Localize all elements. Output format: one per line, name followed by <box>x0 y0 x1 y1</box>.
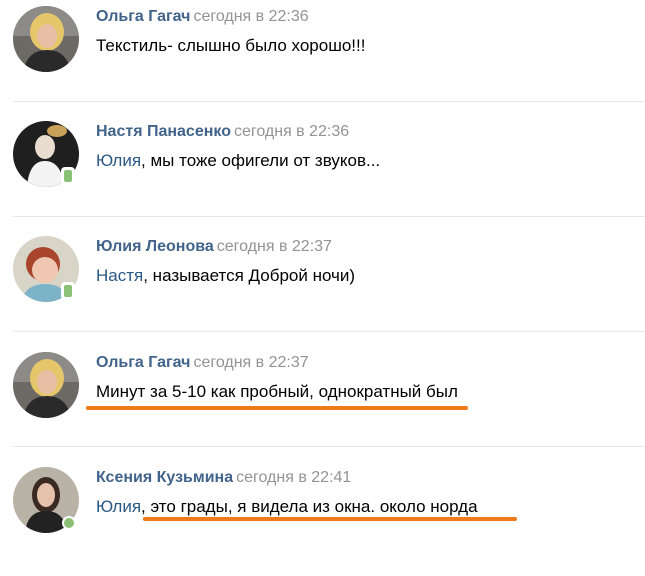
timestamp[interactable]: сегодня в 22:41 <box>236 469 351 486</box>
avatar[interactable] <box>13 6 79 72</box>
comment-header: Настя Панасенко сегодня в 22:36 <box>96 122 349 142</box>
comment-text: Юлия, мы тоже офигели от звуков... <box>96 150 380 172</box>
divider <box>13 101 645 102</box>
user-photo-icon <box>13 6 79 72</box>
comment-body: , мы тоже офигели от звуков... <box>141 151 381 170</box>
timestamp[interactable]: сегодня в 22:36 <box>193 8 308 25</box>
comment-text: Юлия, это грады, я видела из окна. около… <box>96 496 478 518</box>
divider <box>13 331 645 332</box>
comment-item: Юлия Леонова сегодня в 22:37 Настя, назыв… <box>0 230 645 345</box>
timestamp[interactable]: сегодня в 22:37 <box>193 354 308 371</box>
timestamp[interactable]: сегодня в 22:36 <box>234 123 349 140</box>
comment-header: Ольга Гагач сегодня в 22:37 <box>96 353 309 373</box>
comment-body: , это грады, я видела из окна. около нор… <box>141 497 478 516</box>
mention-link[interactable]: Юлия <box>96 497 141 516</box>
comment-text: Текстиль- слышно было хорошо!!! <box>96 35 365 57</box>
timestamp[interactable]: сегодня в 22:37 <box>217 238 332 255</box>
online-status-icon <box>62 516 76 530</box>
comment-item: Ксения Кузьмина сегодня в 22:41 Юлия, это… <box>0 461 645 576</box>
comment-text: Минут за 5-10 как пробный, однократный б… <box>96 381 458 403</box>
author-name[interactable]: Ольга Гагач <box>96 8 190 25</box>
comment-item: Настя Панасенко сегодня в 22:36 Юлия, мы … <box>0 115 645 230</box>
comment-header: Ксения Кузьмина сегодня в 22:41 <box>96 468 351 488</box>
comment-body: , называется Доброй ночи) <box>143 266 356 285</box>
mobile-status-icon <box>61 282 75 300</box>
divider <box>13 446 645 447</box>
mention-link[interactable]: Настя <box>96 266 143 285</box>
comment-item: Ольга Гагач сегодня в 22:36 Текстиль- слы… <box>0 0 645 115</box>
comment-body: Текстиль- слышно было хорошо!!! <box>96 36 366 55</box>
highlight-underline <box>143 517 517 521</box>
mobile-status-icon <box>61 167 75 185</box>
comment-header: Юлия Леонова сегодня в 22:37 <box>96 237 332 257</box>
comment-header: Ольга Гагач сегодня в 22:36 <box>96 7 309 27</box>
comment-item: Ольга Гагач сегодня в 22:37 Минут за 5-10… <box>0 346 645 461</box>
user-photo-icon <box>13 352 79 418</box>
comment-body: Минут за 5-10 как пробный, однократный б… <box>96 382 458 401</box>
author-name[interactable]: Ольга Гагач <box>96 354 190 371</box>
comment-text: Настя, называется Доброй ночи) <box>96 265 355 287</box>
highlight-underline <box>86 406 468 410</box>
divider <box>13 216 645 217</box>
author-name[interactable]: Настя Панасенко <box>96 123 231 140</box>
mention-link[interactable]: Юлия <box>96 151 141 170</box>
author-name[interactable]: Ксения Кузьмина <box>96 469 233 486</box>
avatar[interactable] <box>13 352 79 418</box>
author-name[interactable]: Юлия Леонова <box>96 238 214 255</box>
